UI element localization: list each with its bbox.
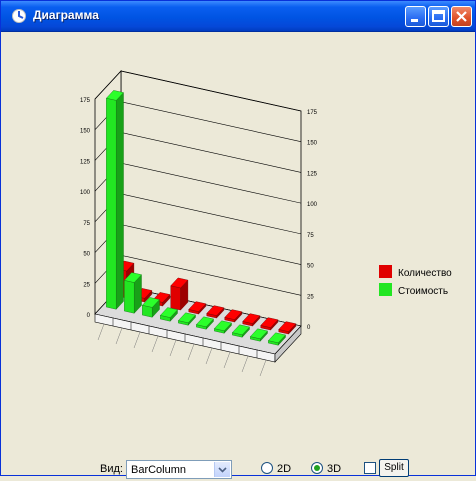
client-area: 0 25 50 75 100 125 150 175 0 25 50 75 100 125 150 175 Ко… — [5, 32, 471, 479]
right-axis-tick-label: 0 — [307, 325, 311, 331]
bar-front — [170, 285, 181, 311]
legend-swatch — [379, 265, 392, 278]
right-axis-tick-label: 100 — [307, 202, 318, 208]
radio-3d[interactable] — [311, 462, 323, 474]
category-tick — [133, 331, 141, 349]
legend-label: Количество — [398, 268, 452, 279]
maximize-icon — [432, 10, 445, 22]
right-axis-tick-label: 175 — [307, 110, 318, 116]
app-icon — [12, 9, 26, 23]
chevron-down-icon — [218, 467, 227, 473]
left-axis-tick-label: 25 — [83, 282, 90, 288]
right-axis-tick-label: 125 — [307, 171, 318, 177]
category-tick — [97, 323, 105, 341]
split-checkbox[interactable] — [364, 462, 376, 474]
close-button[interactable] — [451, 6, 472, 27]
bar-front — [106, 97, 117, 310]
right-axis-tick-label: 150 — [307, 141, 318, 147]
minimize-button[interactable] — [405, 6, 426, 27]
view-label: Вид: — [100, 463, 123, 475]
left-axis-tick-label: 125 — [80, 159, 91, 165]
left-axis-tick-label: 150 — [80, 129, 91, 135]
radio-3d-label: 3D — [327, 463, 342, 475]
category-tick — [223, 351, 231, 369]
right-axis-tick-label: 50 — [307, 264, 314, 270]
close-icon — [456, 11, 467, 22]
bar-chart-3d: 0 25 50 75 100 125 150 175 0 25 50 75 100 125 150 175 Ко… — [80, 69, 452, 377]
left-axis-tick-label: 175 — [80, 98, 91, 104]
title-bar[interactable]: Диаграмма — [1, 1, 475, 32]
category-tick — [151, 335, 159, 353]
category-tick — [169, 339, 177, 357]
maximize-button[interactable] — [428, 6, 449, 27]
right-axis-tick-label: 25 — [307, 294, 314, 300]
minimize-icon — [411, 19, 418, 22]
legend-swatch — [379, 283, 392, 296]
view-select[interactable]: BarColumn — [126, 460, 232, 479]
radio-2d-label: 2D — [277, 463, 292, 475]
right-axis-tick-label: 75 — [307, 233, 314, 239]
bar-side — [116, 92, 124, 310]
back-wall — [120, 70, 302, 327]
left-axis-tick-label: 0 — [87, 313, 91, 319]
category-tick — [187, 343, 195, 361]
left-axis-tick-label: 50 — [83, 252, 90, 258]
legend-label: Стоимость — [398, 286, 448, 297]
split-button[interactable]: Split — [379, 459, 409, 477]
radio-2d[interactable] — [261, 462, 273, 474]
window-title: Диаграмма — [33, 8, 99, 22]
category-tick — [205, 347, 213, 365]
category-tick — [241, 355, 249, 373]
view-select-value: BarColumn — [131, 464, 187, 476]
left-axis-tick-label: 75 — [83, 221, 90, 227]
dropdown-arrow-button[interactable] — [214, 462, 230, 477]
chart-window: Диаграмма 0 25 50 75 100 125 150 175 0 25 50 75 100 1… — [0, 0, 476, 479]
bar-front — [124, 280, 135, 314]
left-axis-tick-label: 100 — [80, 190, 91, 196]
category-tick — [259, 359, 267, 377]
category-tick — [115, 327, 123, 345]
